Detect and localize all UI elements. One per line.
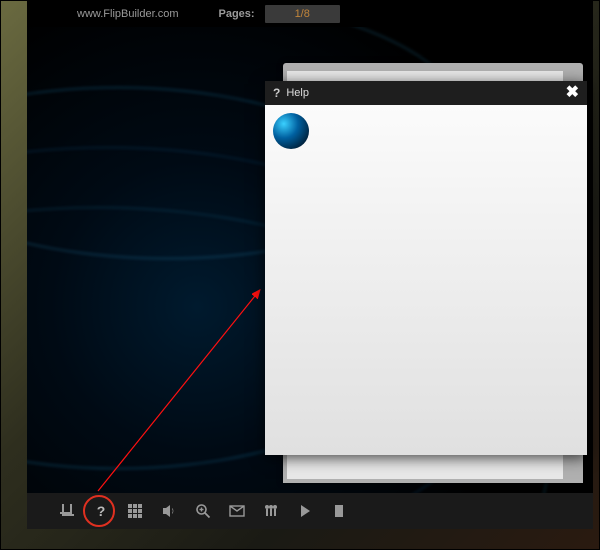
mail-icon[interactable] bbox=[227, 501, 247, 521]
help-title-icon: ? bbox=[273, 86, 280, 100]
sound-icon[interactable] bbox=[159, 501, 179, 521]
screenshot-frame: www.FlipBuilder.com Pages: 1/8 bbox=[0, 0, 600, 550]
help-thumbnail[interactable] bbox=[273, 113, 309, 149]
play-icon[interactable] bbox=[295, 501, 315, 521]
svg-text:?: ? bbox=[97, 503, 106, 519]
help-dialog: ? Help ✖ bbox=[265, 81, 587, 455]
help-dialog-titlebar[interactable]: ? Help ✖ bbox=[265, 81, 587, 105]
top-bar: www.FlipBuilder.com Pages: 1/8 bbox=[27, 1, 593, 27]
help-icon[interactable]: ? bbox=[91, 501, 111, 521]
crop-icon[interactable] bbox=[57, 501, 77, 521]
bottom-toolbar: ? bbox=[27, 493, 593, 529]
close-icon[interactable]: ✖ bbox=[566, 85, 579, 101]
zoom-icon[interactable] bbox=[193, 501, 213, 521]
site-url: www.FlipBuilder.com bbox=[77, 8, 178, 20]
help-dialog-title: Help bbox=[286, 87, 309, 99]
help-dialog-body bbox=[265, 105, 587, 455]
share-icon[interactable] bbox=[261, 501, 281, 521]
page-icon[interactable] bbox=[329, 501, 349, 521]
pages-label: Pages: bbox=[218, 8, 254, 20]
flipbook-app: www.FlipBuilder.com Pages: 1/8 bbox=[27, 1, 593, 529]
thumbnails-icon[interactable] bbox=[125, 501, 145, 521]
page-counter[interactable]: 1/8 bbox=[265, 5, 340, 23]
